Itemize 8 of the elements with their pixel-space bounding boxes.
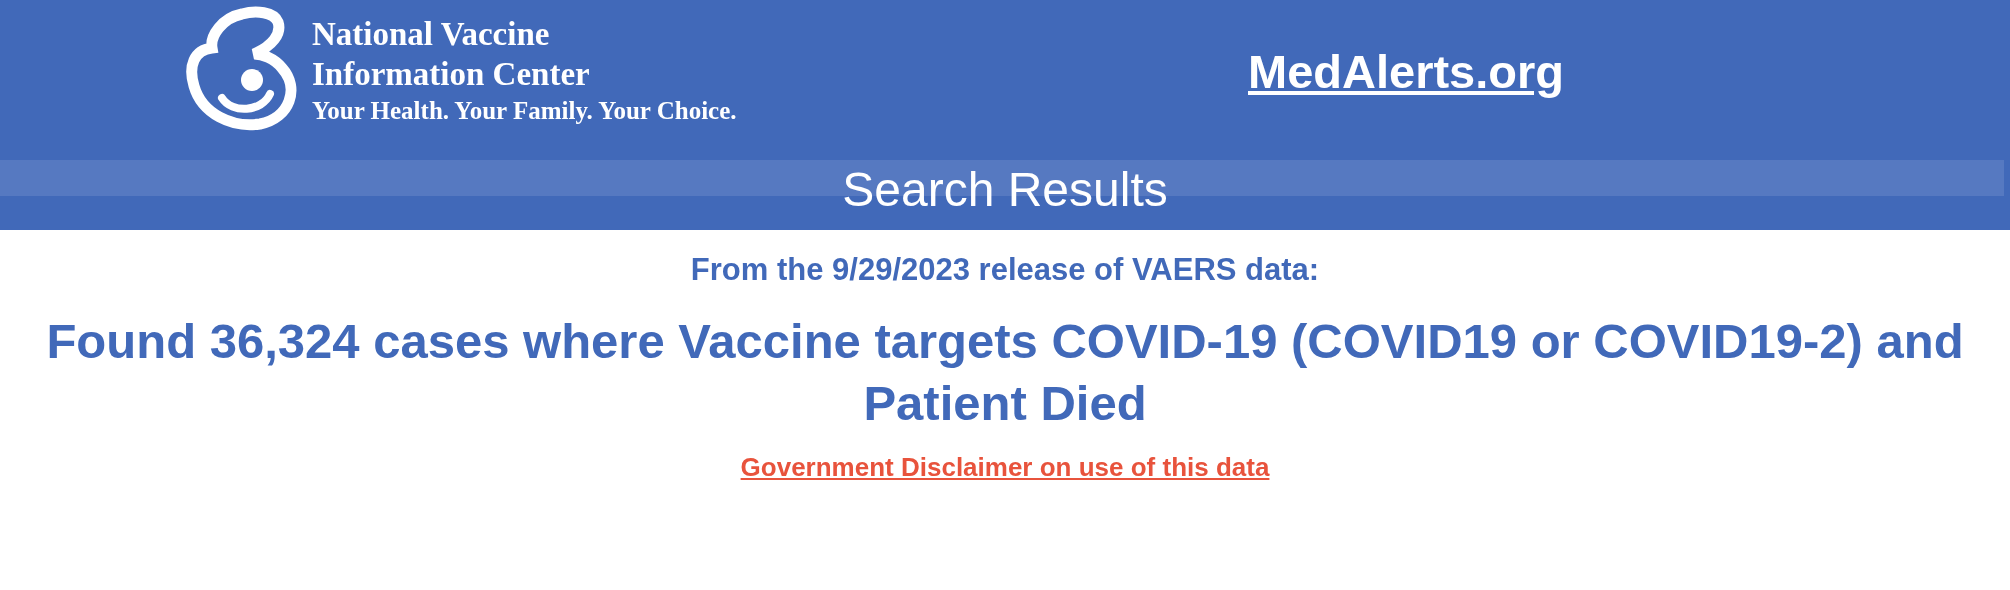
site-link[interactable]: MedAlerts.org [1248,44,1564,100]
release-note: From the 9/29/2023 release of VAERS data: [690,251,1320,289]
organization-name: National Vaccine [312,15,551,54]
page-title: Search Results [842,162,1168,218]
organization-name: Information Center [312,55,591,94]
tagline: Your Health. Your Family. Your Choice. [312,96,737,126]
results-summary: Found 36,324 cases where Vaccine targets COVID-19 (COVID19 or COVID19-2) and Patient Died [45,313,1965,432]
disclaimer-link[interactable]: Government Disclaimer on use of this data [740,450,1270,484]
